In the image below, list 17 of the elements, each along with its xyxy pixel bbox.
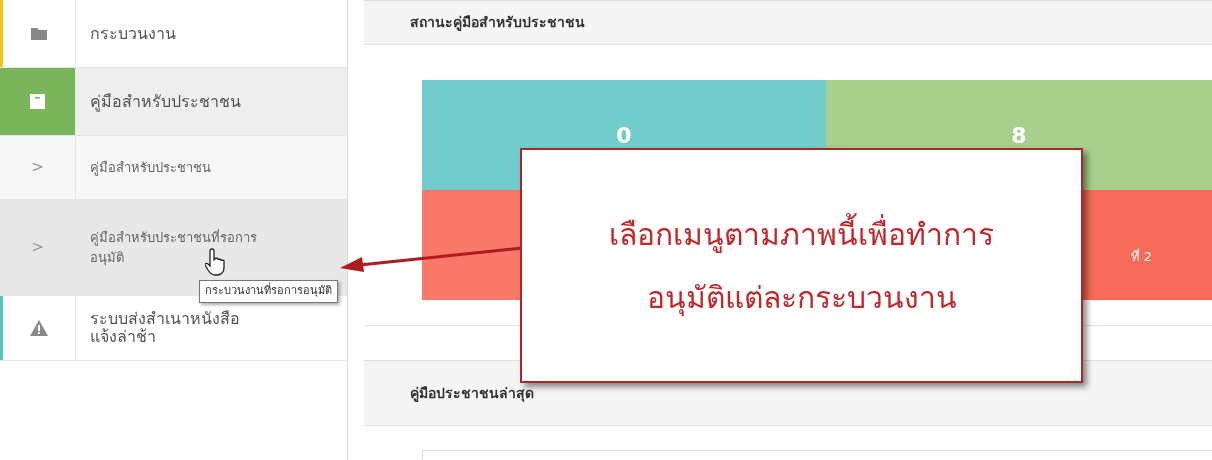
submenu-item[interactable]: คู่มือสำหรับประชาชนที่รอการอนุมัติ: [90, 228, 290, 267]
chevron-icon: >: [31, 236, 44, 259]
collapse-icon: [30, 94, 45, 109]
menu-item[interactable]: ระบบส่งสำเนาหนังสือแจ้งล่าช้า: [90, 310, 240, 346]
warning-icon: [30, 320, 48, 336]
tile-count: 0: [616, 121, 632, 150]
chevron-icon: >: [31, 156, 44, 179]
tooltip: กระบวนงานที่รอการอนุมัติ: [199, 280, 338, 303]
menu-item[interactable]: กระบวนงาน: [90, 21, 176, 46]
panel-title: สถานะคู่มือสำหรับประชาชน: [410, 13, 585, 33]
panel-title: คู่มือประชาชนล่าสุด: [410, 383, 534, 404]
tile-count: 8: [1011, 121, 1027, 150]
callout-text: อนุมัติแต่ละกระบวนงาน: [646, 278, 957, 319]
folder-icon: [31, 27, 47, 40]
callout-text: เลือกเมนูตามภาพนี้เพื่อทำการ: [609, 211, 994, 257]
submenu-item[interactable]: คู่มือสำหรับประชาชน: [90, 157, 211, 178]
tile-label: ที่ 2: [1130, 247, 1152, 267]
